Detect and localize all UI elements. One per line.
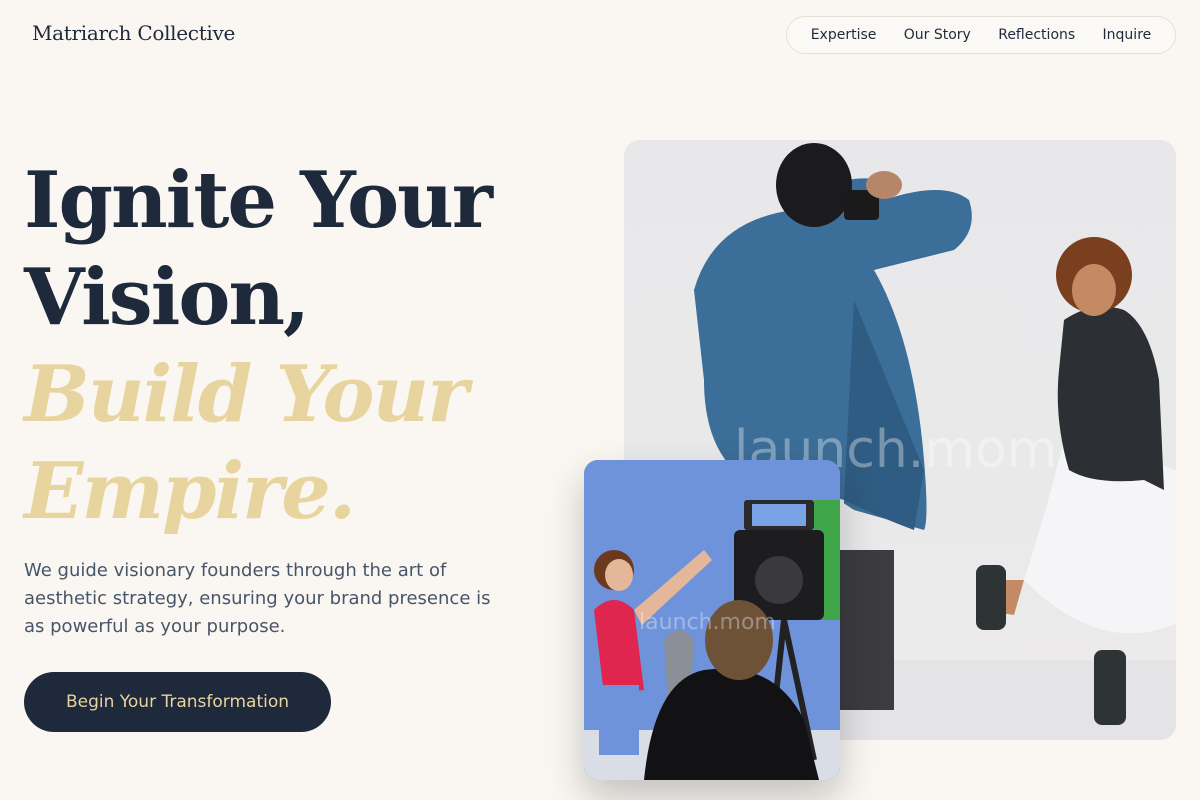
hero-photo-secondary: launch.mom (584, 460, 840, 780)
nav-item-reflections[interactable]: Reflections (998, 27, 1075, 43)
hero-title-line-4: Empire. (24, 446, 356, 537)
begin-transformation-button[interactable]: Begin Your Transformation (24, 672, 331, 732)
nav-item-our-story[interactable]: Our Story (904, 27, 971, 43)
brand-logo[interactable]: Matriarch Collective (32, 21, 235, 45)
nav-item-inquire[interactable]: Inquire (1103, 27, 1152, 43)
nav-item-expertise[interactable]: Expertise (811, 27, 877, 43)
secondary-photo-watermark: launch.mom (639, 610, 776, 635)
hero-title-line-3: Build Your (24, 349, 468, 440)
hero-title-line-1: Ignite Your (24, 155, 493, 246)
hero-title-line-2: Vision, (24, 252, 310, 343)
hero-title: Ignite Your Vision, Build Your Empire. (24, 152, 544, 540)
hero-subtitle: We guide visionary founders through the … (24, 560, 491, 637)
main-nav: Expertise Our Story Reflections Inquire (786, 16, 1176, 54)
